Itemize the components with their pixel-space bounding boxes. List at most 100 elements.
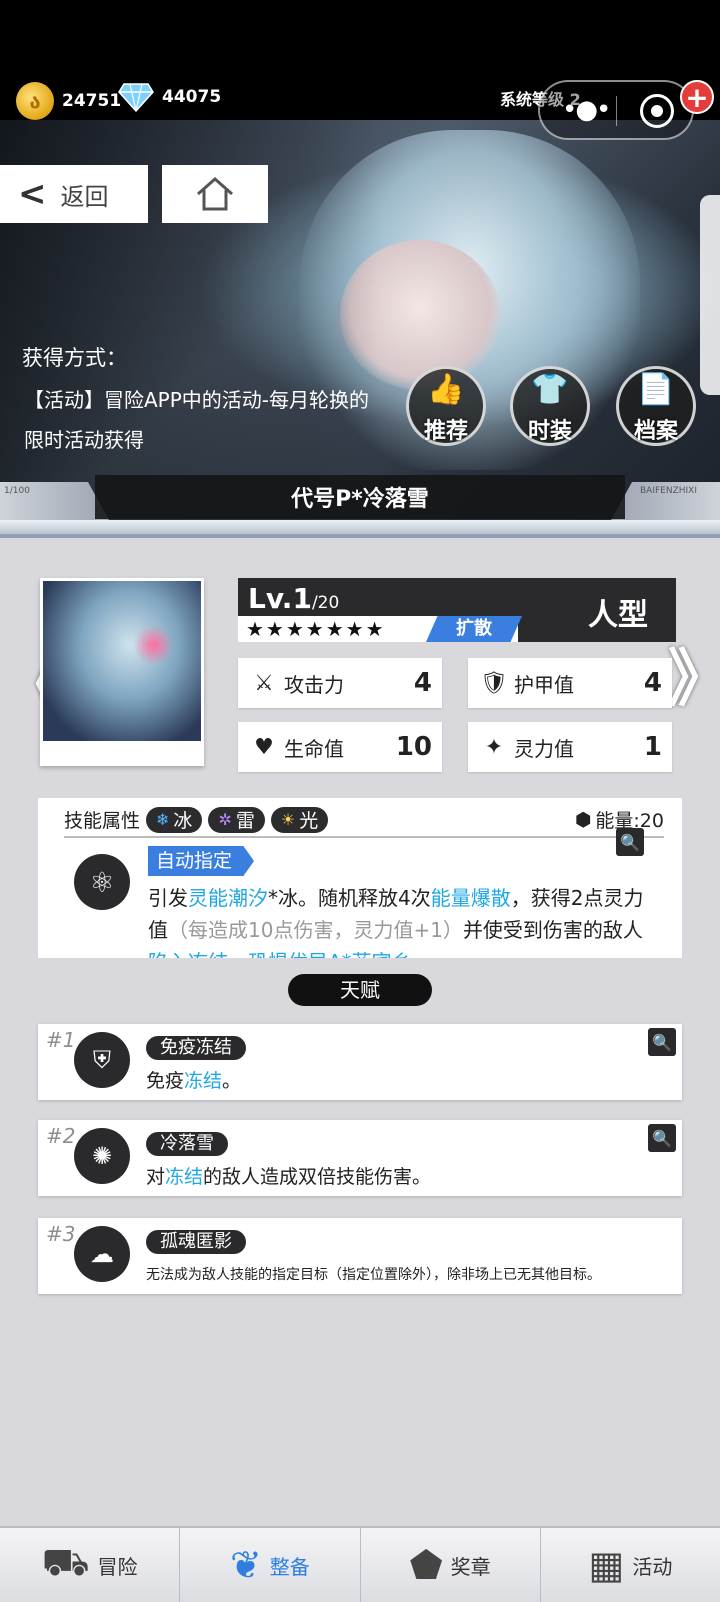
talent-number: #1 [46, 1028, 76, 1052]
talent-keyword-freeze[interactable]: 冻结 [165, 1166, 203, 1188]
coin-counter: ა 24751 [16, 82, 121, 120]
stat-health: ♥ 生命值 10 [238, 722, 442, 772]
character-name: 代号P*冷落雪 [95, 475, 625, 519]
talent-description: 对冻结的敌人造成双倍技能伤害。 [146, 1162, 431, 1189]
stat-attack-value: 4 [413, 668, 432, 698]
character-portrait[interactable] [40, 578, 204, 766]
outfit-button[interactable]: 👕 时装 [510, 366, 590, 446]
level-panel: Lv.1/20 人型 ★★★★★★★ 扩散 [238, 578, 676, 642]
talent-desc-post: 。 [222, 1070, 242, 1092]
level-text: Lv.1/20 [248, 582, 339, 615]
level-max: /20 [311, 593, 340, 613]
truck-icon: ⛟ [41, 1540, 90, 1584]
skill-attributes: 技能属性 ❄ 冰 ✲ 雷 ☀ 光 [64, 806, 329, 833]
nav-medal-label: 奖章 [450, 1554, 491, 1579]
talent-name: 免疫冻结 [146, 1036, 246, 1060]
skill-desc-part2: *冰。随机释放4次 [268, 886, 431, 910]
talent-description: 免疫冻结。 [146, 1066, 241, 1093]
talent-name: 冷落雪 [146, 1132, 228, 1156]
trait-badge: 扩散 [426, 616, 522, 642]
skill-magnify-icon[interactable]: 🔍 [616, 828, 644, 856]
skill-desc-overflow: 陷入冻结、恐惧优异A*菲宾乡 [148, 950, 412, 958]
stat-attack-label: 攻击力 [284, 672, 344, 697]
talent-card-1: #1 ⛨ 免疫冻结 🔍 免疫冻结。 [38, 1024, 682, 1100]
shirt-icon: 👕 [531, 372, 569, 407]
talent-card-3: #3 ☁ 孤魂匿影 无法成为敌人技能的指定目标（指定位置除外），除非场上已无其他… [38, 1218, 682, 1294]
stat-health-label: 生命值 [284, 736, 344, 761]
nav-medal[interactable]: ⬟ 奖章 [361, 1528, 541, 1602]
thumbs-up-icon: 👍 [427, 372, 465, 407]
close-target-icon[interactable] [640, 94, 674, 128]
lightning-icon: ✲ [218, 810, 232, 829]
coin-icon: ა [16, 82, 54, 120]
element-ice: ❄ 冰 [146, 806, 203, 833]
capsule-divider [616, 96, 617, 126]
bottom-navigation: ⛟ 冒险 ❦ 整备 ⬟ 奖章 ▦ 活动 [0, 1526, 720, 1602]
talent-desc-pre: 免疫 [146, 1070, 185, 1092]
talent-magnify-icon[interactable]: 🔍 [648, 1028, 676, 1056]
snow-burst-icon: ✺ [74, 1128, 130, 1184]
talent-keyword-freeze[interactable]: 冻结 [184, 1070, 222, 1092]
ghost-icon: ☁ [74, 1226, 130, 1282]
stat-spirit-value: 1 [643, 732, 662, 762]
chevron-left-icon: < [18, 174, 47, 214]
add-plus-icon[interactable]: + [680, 80, 714, 114]
home-button[interactable] [162, 165, 268, 223]
calendar-icon: ▦ [588, 1543, 625, 1587]
document-icon: 📄 [637, 372, 675, 407]
skill-desc-part4: 并使受到伤害的敌人 [462, 918, 643, 942]
element-ice-label: 冰 [173, 810, 193, 832]
skill-attr-label: 技能属性 [64, 810, 141, 832]
element-light-label: 光 [299, 810, 319, 832]
nav-equip[interactable]: ❦ 整备 [180, 1528, 361, 1602]
side-drawer-handle[interactable] [700, 195, 720, 395]
profile-label: 档案 [633, 419, 678, 444]
talent-desc-post: 的敌人造成双倍技能伤害。 [203, 1166, 432, 1188]
snowflake-icon: ❄ [156, 810, 170, 829]
back-button[interactable]: < 返回 [0, 165, 148, 223]
stat-health-value: 10 [395, 732, 432, 762]
stat-armor: 🛡 护甲值 4 [468, 658, 672, 708]
skill-desc-part1: 引发 [148, 886, 188, 910]
skill-description: 引发灵能潮汐*冰。随机释放4次能量爆散，获得2点灵力值（每造成10点伤害，灵力值… [148, 882, 658, 958]
home-icon [197, 176, 233, 211]
talent-number: #3 [46, 1222, 76, 1246]
back-label: 返回 [60, 182, 109, 211]
portrait-image [43, 581, 201, 741]
shield-icon: 🛡 [480, 670, 508, 696]
element-thunder: ✲ 雷 [208, 806, 265, 833]
nav-adventure[interactable]: ⛟ 冒险 [0, 1528, 181, 1602]
recommend-button[interactable]: 👍 推荐 [406, 366, 486, 446]
auto-target-tag: 自动指定 [148, 846, 254, 876]
diamond-counter: 44075 [118, 82, 221, 112]
profile-button[interactable]: 📄 档案 [616, 366, 696, 446]
stat-attack: ⚔ 攻击力 4 [238, 658, 442, 708]
nav-events-label: 活动 [632, 1554, 673, 1579]
nav-adventure-label: 冒险 [97, 1554, 138, 1579]
sparkle-icon: ✦ [484, 734, 504, 760]
next-character-arrow[interactable]: 》 [668, 648, 720, 710]
heart-gem-icon: ❦ [229, 1543, 262, 1587]
stat-spirit: ✦ 灵力值 1 [468, 722, 672, 772]
character-type: 人型 [588, 598, 648, 633]
hero-divider-line [0, 534, 720, 538]
diamond-icon [118, 83, 154, 112]
coin-amount: 24751 [62, 91, 122, 111]
miniprogram-capsule[interactable]: •●• [538, 80, 694, 140]
more-dots-icon[interactable]: •●• [562, 97, 611, 123]
nav-events[interactable]: ▦ 活动 [541, 1528, 720, 1602]
talent-description: 无法成为敌人技能的指定目标（指定位置除外），除非场上已无其他目标。 [146, 1267, 601, 1283]
skill-divider [64, 836, 664, 838]
stat-armor-value: 4 [643, 668, 662, 698]
stat-armor-label: 护甲值 [514, 672, 574, 697]
talent-number: #2 [46, 1124, 76, 1148]
talent-desc-pre: 对 [146, 1166, 166, 1188]
skill-keyword-tide[interactable]: 灵能潮汐 [188, 886, 268, 910]
talent-magnify-icon[interactable]: 🔍 [648, 1124, 676, 1152]
element-thunder-label: 雷 [235, 810, 255, 832]
outfit-label: 时装 [527, 419, 572, 444]
skill-keyword-burst[interactable]: 能量爆散 [431, 886, 511, 910]
element-light: ☀ 光 [270, 806, 329, 833]
skill-orbit-icon: ⚛ [74, 854, 130, 910]
heart-icon: ♥ [254, 734, 274, 760]
